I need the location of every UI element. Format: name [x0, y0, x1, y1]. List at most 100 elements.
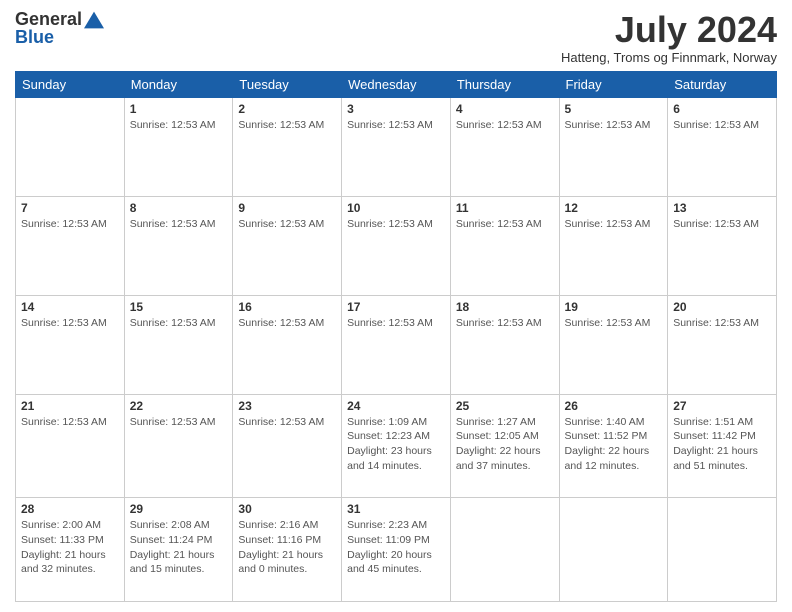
day-info: Sunrise: 12:53 AM: [456, 217, 554, 232]
day-info: Sunrise: 12:53 AM: [21, 217, 119, 232]
day-info: Sunrise: 12:53 AM: [565, 118, 663, 133]
day-info: Sunrise: 12:53 AM: [130, 316, 228, 331]
table-row: 1 Sunrise: 12:53 AM: [124, 97, 233, 196]
calendar-table: Sunday Monday Tuesday Wednesday Thursday…: [15, 71, 777, 602]
day-info: Sunrise: 2:08 AM Sunset: 11:24 PM Daylig…: [130, 518, 228, 577]
day-number: 27: [673, 399, 771, 413]
table-row: 23Sunrise: 12:53 AM: [233, 394, 342, 498]
logo-text-blue: Blue: [15, 28, 54, 48]
day-number: 11: [456, 201, 554, 215]
day-info: Sunrise: 1:51 AM Sunset: 11:42 PM Daylig…: [673, 415, 771, 474]
day-info: Sunrise: 1:40 AM Sunset: 11:52 PM Daylig…: [565, 415, 663, 474]
day-number: 28: [21, 502, 119, 516]
day-info: Sunrise: 12:53 AM: [673, 316, 771, 331]
day-number: 24: [347, 399, 445, 413]
day-info: Sunrise: 2:23 AM Sunset: 11:09 PM Daylig…: [347, 518, 445, 577]
table-row: 20 Sunrise: 12:53 AM: [668, 295, 777, 394]
day-info: Sunrise: 1:09 AM Sunset: 12:23 AM Daylig…: [347, 415, 445, 474]
day-number: 29: [130, 502, 228, 516]
day-number: 14: [21, 300, 119, 314]
calendar-week-row: 28 Sunrise: 2:00 AM Sunset: 11:33 PM Dayl…: [16, 498, 777, 602]
table-row: 19Sunrise: 12:53 AM: [559, 295, 668, 394]
table-row: 16 Sunrise: 12:53 AM: [233, 295, 342, 394]
table-row: 27 Sunrise: 1:51 AM Sunset: 11:42 PM Dayl…: [668, 394, 777, 498]
table-row: 9 Sunrise: 12:53 AM: [233, 196, 342, 295]
header-tuesday: Tuesday: [233, 71, 342, 97]
table-row: 17Sunrise: 12:53 AM: [342, 295, 451, 394]
day-info: Sunrise: 12:53 AM: [565, 217, 663, 232]
day-number: 9: [238, 201, 336, 215]
day-info: Sunrise: 12:53 AM: [130, 118, 228, 133]
table-row: 7Sunrise: 12:53 AM: [16, 196, 125, 295]
day-number: 10: [347, 201, 445, 215]
table-row: 30 Sunrise: 2:16 AM Sunset: 11:16 PM Dayl…: [233, 498, 342, 602]
day-number: 22: [130, 399, 228, 413]
logo-icon: [84, 10, 104, 30]
page: General Blue July 2024 Hatteng, Troms og…: [0, 0, 792, 612]
header-monday: Monday: [124, 71, 233, 97]
table-row: 2 Sunrise: 12:53 AM: [233, 97, 342, 196]
day-info: Sunrise: 12:53 AM: [238, 118, 336, 133]
day-info: Sunrise: 12:53 AM: [238, 217, 336, 232]
day-number: 2: [238, 102, 336, 116]
day-number: 13: [673, 201, 771, 215]
table-row: 22 Sunrise: 12:53 AM: [124, 394, 233, 498]
day-number: 4: [456, 102, 554, 116]
day-info: Sunrise: 1:27 AM Sunset: 12:05 AM Daylig…: [456, 415, 554, 474]
day-info: Sunrise: 12:53 AM: [130, 217, 228, 232]
table-row: 13 Sunrise: 12:53 AM: [668, 196, 777, 295]
table-row: 15Sunrise: 12:53 AM: [124, 295, 233, 394]
day-number: 25: [456, 399, 554, 413]
table-row: 5 Sunrise: 12:53 AM: [559, 97, 668, 196]
header: General Blue July 2024 Hatteng, Troms og…: [15, 10, 777, 65]
location: Hatteng, Troms og Finnmark, Norway: [561, 50, 777, 65]
day-number: 6: [673, 102, 771, 116]
day-info: Sunrise: 12:53 AM: [238, 316, 336, 331]
table-row: 6 Sunrise: 12:53 AM: [668, 97, 777, 196]
day-info: Sunrise: 12:53 AM: [130, 415, 228, 430]
day-info: Sunrise: 12:53 AM: [347, 217, 445, 232]
table-row: 25 Sunrise: 1:27 AM Sunset: 12:05 AM Dayl…: [450, 394, 559, 498]
table-row: 29 Sunrise: 2:08 AM Sunset: 11:24 PM Dayl…: [124, 498, 233, 602]
table-row: 14Sunrise: 12:53 AM: [16, 295, 125, 394]
day-number: 18: [456, 300, 554, 314]
header-sunday: Sunday: [16, 71, 125, 97]
day-number: 26: [565, 399, 663, 413]
day-info: Sunrise: 2:00 AM Sunset: 11:33 PM Daylig…: [21, 518, 119, 577]
calendar-header-row: Sunday Monday Tuesday Wednesday Thursday…: [16, 71, 777, 97]
day-info: Sunrise: 12:53 AM: [456, 316, 554, 331]
calendar-week-row: 1Sunrise: 12:53 AM2Sunrise: 12:53 AM3Sun…: [16, 97, 777, 196]
day-number: 19: [565, 300, 663, 314]
header-thursday: Thursday: [450, 71, 559, 97]
calendar-week-row: 14Sunrise: 12:53 AM15Sunrise: 12:53 AM16…: [16, 295, 777, 394]
day-number: 21: [21, 399, 119, 413]
day-info: Sunrise: 12:53 AM: [347, 316, 445, 331]
table-row: 4Sunrise: 12:53 AM: [450, 97, 559, 196]
table-row: 24 Sunrise: 1:09 AM Sunset: 12:23 AM Dayl…: [342, 394, 451, 498]
table-row: 21 Sunrise: 12:53 AM: [16, 394, 125, 498]
day-number: 16: [238, 300, 336, 314]
day-info: Sunrise: 12:53 AM: [21, 415, 119, 430]
header-friday: Friday: [559, 71, 668, 97]
day-number: 31: [347, 502, 445, 516]
calendar-week-row: 21 Sunrise: 12:53 AM 22 Sunrise: 12:53 AM 23…: [16, 394, 777, 498]
day-info: Sunrise: 12:53 AM: [673, 118, 771, 133]
day-number: 30: [238, 502, 336, 516]
day-number: 5: [565, 102, 663, 116]
table-row: 8 Sunrise: 12:53 AM: [124, 196, 233, 295]
title-block: July 2024 Hatteng, Troms og Finnmark, No…: [561, 10, 777, 65]
day-number: 23: [238, 399, 336, 413]
table-row: [559, 498, 668, 602]
day-number: 20: [673, 300, 771, 314]
table-row: [450, 498, 559, 602]
day-number: 8: [130, 201, 228, 215]
header-wednesday: Wednesday: [342, 71, 451, 97]
table-row: 31 Sunrise: 2:23 AM Sunset: 11:09 PM Dayl…: [342, 498, 451, 602]
day-info: Sunrise: 12:53 AM: [673, 217, 771, 232]
day-number: 1: [130, 102, 228, 116]
day-info: Sunrise: 12:53 AM: [347, 118, 445, 133]
day-number: 12: [565, 201, 663, 215]
table-row: 12 Sunrise: 12:53 AM: [559, 196, 668, 295]
day-info: Sunrise: 2:16 AM Sunset: 11:16 PM Daylig…: [238, 518, 336, 577]
table-row: [668, 498, 777, 602]
